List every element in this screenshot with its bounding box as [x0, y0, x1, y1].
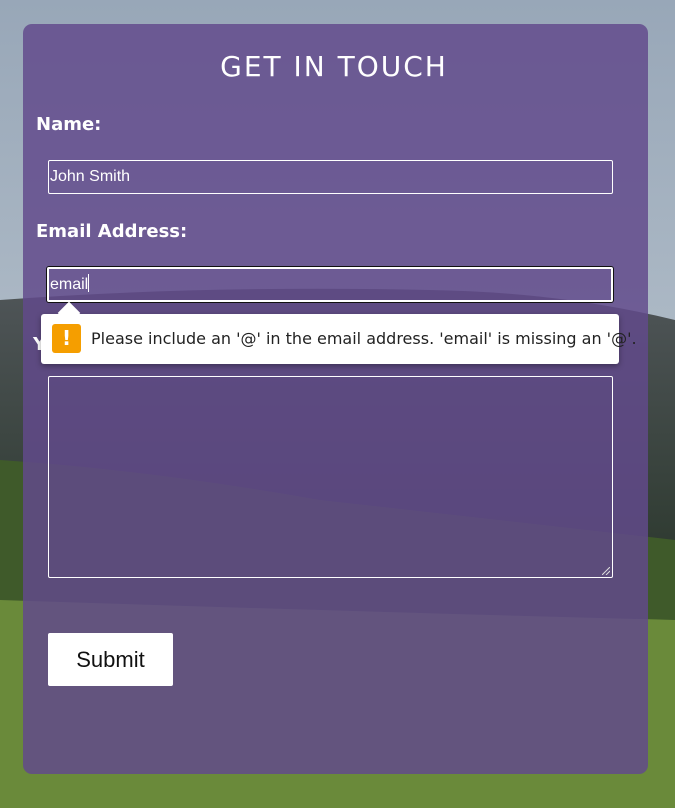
message-textarea[interactable] — [48, 376, 613, 578]
validation-message: Please include an '@' in the email addre… — [91, 329, 637, 348]
text-cursor — [88, 274, 90, 292]
email-input-value: email — [50, 276, 89, 293]
name-input[interactable]: John Smith — [48, 160, 613, 194]
validation-tooltip: ! Please include an '@' in the email add… — [41, 301, 637, 364]
email-label: Email Address: — [36, 221, 188, 242]
email-input[interactable]: email — [47, 267, 613, 302]
submit-button[interactable]: Submit — [48, 633, 173, 686]
resize-handle-icon[interactable] — [602, 567, 610, 575]
warning-icon: ! — [52, 324, 81, 353]
name-input-value: John Smith — [50, 168, 131, 185]
name-label: Name: — [36, 114, 102, 135]
form-title: GET IN TOUCH — [220, 50, 448, 83]
